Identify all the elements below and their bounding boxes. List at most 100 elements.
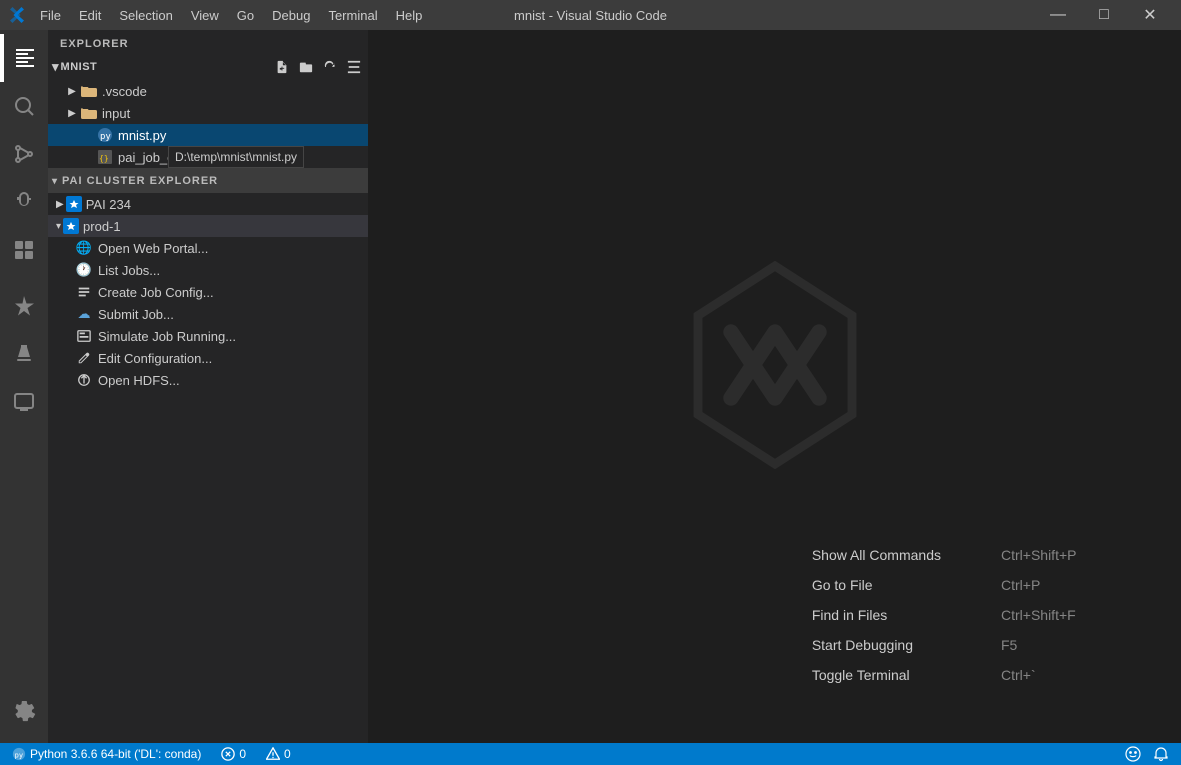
- menu-go[interactable]: Go: [229, 4, 262, 27]
- close-button[interactable]: ✕: [1127, 0, 1173, 30]
- bell-item[interactable]: [1149, 743, 1173, 765]
- pai234-cluster-icon: [66, 196, 82, 212]
- input-arrow: ▶: [64, 105, 80, 121]
- new-file-btn[interactable]: [272, 57, 292, 77]
- clock-icon: 🕐: [76, 262, 92, 278]
- simulate-job-label: Simulate Job Running...: [98, 329, 236, 344]
- activity-pai[interactable]: [0, 282, 48, 330]
- menu-file[interactable]: File: [32, 4, 69, 27]
- warning-count-text: 0: [284, 747, 291, 761]
- refresh-btn[interactable]: [320, 57, 340, 77]
- show-commands-label[interactable]: Show All Commands: [812, 547, 941, 563]
- activity-extensions[interactable]: [0, 226, 48, 274]
- pai-explorer: ▾ PAI CLUSTER EXPLORER ▶ PAI 234 ▾ prod-…: [48, 168, 368, 743]
- tree-actions: [272, 57, 364, 77]
- activity-remote[interactable]: [0, 378, 48, 426]
- python-info-item[interactable]: py Python 3.6.6 64-bit ('DL': conda): [8, 743, 205, 765]
- toggle-terminal-shortcut: Ctrl+`: [1001, 667, 1101, 683]
- go-to-file-row: Go to File Ctrl+P: [812, 577, 1101, 593]
- prod1-cluster-icon: [63, 218, 79, 234]
- submit-job-label: Submit Job...: [98, 307, 174, 322]
- go-to-file-label[interactable]: Go to File: [812, 577, 873, 593]
- open-hdfs-label: Open HDFS...: [98, 373, 180, 388]
- start-debugging-label[interactable]: Start Debugging: [812, 637, 913, 653]
- create-job-config-item[interactable]: Create Job Config...: [48, 281, 368, 303]
- mnist-root-header[interactable]: ▾ MNIST: [48, 54, 368, 80]
- activity-search[interactable]: [0, 82, 48, 130]
- pai-json-item[interactable]: ▶ {} pai_job_config.json: [48, 146, 368, 168]
- svg-text:{}: {}: [99, 154, 109, 163]
- toggle-terminal-label[interactable]: Toggle Terminal: [812, 667, 910, 683]
- input-folder-icon: [80, 104, 98, 122]
- create-job-config-label: Create Job Config...: [98, 285, 214, 300]
- pai-header-arrow: ▾: [52, 176, 58, 187]
- menu-debug[interactable]: Debug: [264, 4, 318, 27]
- list-jobs-item[interactable]: 🕐 List Jobs...: [48, 259, 368, 281]
- start-debugging-shortcut: F5: [1001, 637, 1101, 653]
- go-to-file-shortcut: Ctrl+P: [1001, 577, 1101, 593]
- edit-config-icon: [76, 350, 92, 366]
- list-jobs-label: List Jobs...: [98, 263, 160, 278]
- collapse-btn[interactable]: [344, 57, 364, 77]
- python-icon: py: [12, 747, 26, 761]
- open-web-portal-item[interactable]: 🌐 Open Web Portal...: [48, 237, 368, 259]
- vscode-folder-item[interactable]: ▶ .vscode: [48, 80, 368, 102]
- minimize-button[interactable]: —: [1035, 0, 1081, 30]
- activity-debug[interactable]: [0, 178, 48, 226]
- activity-settings[interactable]: [0, 687, 48, 735]
- create-config-icon: [76, 284, 92, 300]
- show-commands-row: Show All Commands Ctrl+Shift+P: [812, 547, 1101, 563]
- restore-button[interactable]: □: [1081, 0, 1127, 30]
- new-folder-btn[interactable]: [296, 57, 316, 77]
- vscode-watermark: [665, 255, 885, 518]
- activity-explorer[interactable]: [0, 34, 48, 82]
- toggle-terminal-row: Toggle Terminal Ctrl+`: [812, 667, 1101, 683]
- submit-job-item[interactable]: ☁ Submit Job...: [48, 303, 368, 325]
- python-info-text: Python 3.6.6 64-bit ('DL': conda): [30, 747, 201, 761]
- pai-json-label: pai_job_config.json: [118, 150, 229, 165]
- vscode-folder-label: .vscode: [102, 84, 147, 99]
- menu-view[interactable]: View: [183, 4, 227, 27]
- open-web-portal-label: Open Web Portal...: [98, 241, 208, 256]
- error-count-text: 0: [239, 747, 246, 761]
- edit-configuration-item[interactable]: Edit Configuration...: [48, 347, 368, 369]
- settings-gear-icon[interactable]: [0, 687, 48, 735]
- svg-text:py: py: [15, 752, 23, 760]
- menu-bar: File Edit Selection View Go Debug Termin…: [32, 4, 430, 27]
- menu-terminal[interactable]: Terminal: [320, 4, 385, 27]
- input-folder-item[interactable]: ▶ input: [48, 102, 368, 124]
- simulate-job-item[interactable]: Simulate Job Running...: [48, 325, 368, 347]
- prod1-item[interactable]: ▾ prod-1: [48, 215, 368, 237]
- prod1-label: prod-1: [83, 219, 121, 234]
- menu-selection[interactable]: Selection: [111, 4, 180, 27]
- start-debugging-row: Start Debugging F5: [812, 637, 1101, 653]
- error-count-item[interactable]: 0: [217, 743, 250, 765]
- menu-help[interactable]: Help: [388, 4, 431, 27]
- mnist-py-item[interactable]: ▶ py mnist.py D:\temp\mnist\mnist.py: [48, 124, 368, 146]
- activity-source-control[interactable]: [0, 130, 48, 178]
- python-file-icon: py: [96, 126, 114, 144]
- pai234-item[interactable]: ▶ PAI 234: [48, 193, 368, 215]
- pai234-label: PAI 234: [86, 197, 131, 212]
- bell-icon: [1153, 746, 1169, 762]
- warning-count-item[interactable]: 0: [262, 743, 295, 765]
- open-hdfs-item[interactable]: Open HDFS...: [48, 369, 368, 391]
- main-area: EXPLORER ▾ MNIST: [0, 30, 1181, 743]
- json-file-icon: {}: [96, 148, 114, 166]
- explorer-header: EXPLORER: [48, 30, 368, 54]
- find-in-files-row: Find in Files Ctrl+Shift+F: [812, 607, 1101, 623]
- pai234-arrow: ▶: [56, 199, 64, 210]
- activity-flask[interactable]: [0, 330, 48, 378]
- hdfs-icon: [76, 372, 92, 388]
- vscode-arrow: ▶: [64, 83, 80, 99]
- pai-explorer-header[interactable]: ▾ PAI CLUSTER EXPLORER: [48, 169, 368, 193]
- mnist-py-label: mnist.py: [118, 128, 166, 143]
- file-tree: ▾ MNIST: [48, 54, 368, 168]
- find-in-files-label[interactable]: Find in Files: [812, 607, 887, 623]
- app-icon: [8, 6, 26, 24]
- pai-explorer-label: PAI CLUSTER EXPLORER: [62, 175, 218, 187]
- titlebar-left: File Edit Selection View Go Debug Termin…: [8, 4, 430, 27]
- smiley-item[interactable]: [1121, 743, 1145, 765]
- svg-text:py: py: [100, 132, 111, 142]
- menu-edit[interactable]: Edit: [71, 4, 109, 27]
